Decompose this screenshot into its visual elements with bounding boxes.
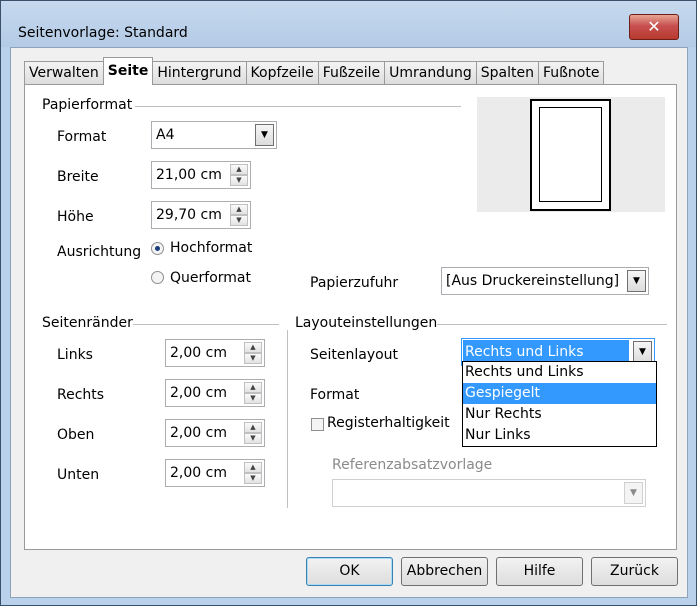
margins-heading: Seitenränder bbox=[42, 315, 133, 331]
page-preview-sheet bbox=[530, 99, 611, 211]
dialog-title: Seitenvorlage: Standard bbox=[18, 25, 188, 41]
chevron-down-icon[interactable]: ▼ bbox=[255, 124, 274, 146]
margin-top-value: 2,00 cm bbox=[170, 425, 227, 441]
dialog-body: Verwalten Seite Hintergrund Kopfzeile Fu… bbox=[10, 47, 688, 598]
width-field[interactable]: 21,00 cm ▲ ▼ bbox=[151, 161, 251, 189]
height-field[interactable]: 29,70 cm ▲ ▼ bbox=[151, 201, 251, 229]
height-value: 29,70 cm bbox=[156, 207, 222, 223]
margin-left-value: 2,00 cm bbox=[170, 345, 227, 361]
chevron-down-icon[interactable]: ▼ bbox=[627, 270, 646, 292]
reference-style-select[interactable]: ▼ bbox=[332, 479, 646, 507]
close-icon: ✕ bbox=[647, 17, 661, 36]
margin-right-label: Rechts bbox=[57, 387, 105, 403]
page-preview bbox=[477, 97, 665, 212]
chevron-down-icon[interactable]: ▼ bbox=[633, 341, 652, 363]
paper-tray-label: Papierzufuhr bbox=[310, 275, 399, 291]
tab-fussnote[interactable]: Fußnote bbox=[537, 61, 605, 85]
column-divider bbox=[287, 330, 288, 508]
register-true-label[interactable]: Registerhaltigkeit bbox=[327, 415, 450, 431]
height-label: Höhe bbox=[57, 209, 94, 225]
landscape-radio[interactable] bbox=[151, 271, 164, 284]
spin-arrows-icon[interactable]: ▲ ▼ bbox=[244, 422, 262, 444]
margin-bottom-value: 2,00 cm bbox=[170, 465, 227, 481]
dialog-window: Seitenvorlage: Standard ✕ Verwalten Seit… bbox=[0, 0, 697, 606]
divider bbox=[133, 324, 279, 325]
width-label: Breite bbox=[57, 169, 99, 185]
paper-format-heading: Papierformat bbox=[42, 97, 133, 113]
cancel-button[interactable]: Abbrechen bbox=[401, 557, 488, 586]
portrait-radio[interactable] bbox=[151, 242, 164, 255]
page-layout-dropdown-list: Rechts und Links Gespiegelt Nur Rechts N… bbox=[462, 361, 657, 447]
spin-arrows-icon[interactable]: ▲ ▼ bbox=[230, 204, 248, 226]
paper-tray-select[interactable]: [Aus Druckereinstellung] ▼ bbox=[441, 267, 649, 295]
paper-tray-value: [Aus Druckereinstellung] bbox=[446, 273, 620, 289]
chevron-down-icon[interactable]: ▼ bbox=[624, 482, 643, 504]
tab-hintergrund[interactable]: Hintergrund bbox=[152, 61, 247, 85]
tab-bar: Verwalten Seite Hintergrund Kopfzeile Fu… bbox=[24, 57, 605, 85]
orientation-label: Ausrichtung bbox=[57, 244, 142, 260]
margin-bottom-label: Unten bbox=[57, 467, 100, 483]
dropdown-option[interactable]: Nur Links bbox=[463, 425, 656, 446]
tab-fusszeile[interactable]: Fußzeile bbox=[317, 61, 386, 85]
tab-panel-seite: Papierformat Format A4 ▼ Breite 21,00 cm… bbox=[24, 84, 677, 550]
width-value: 21,00 cm bbox=[156, 167, 222, 183]
margin-right-value: 2,00 cm bbox=[170, 385, 227, 401]
divider bbox=[135, 106, 461, 107]
reference-style-label: Referenzabsatzvorlage bbox=[332, 457, 493, 473]
ok-button[interactable]: OK bbox=[306, 557, 393, 586]
portrait-label[interactable]: Hochformat bbox=[170, 240, 252, 256]
margin-right-field[interactable]: 2,00 cm ▲ ▼ bbox=[165, 379, 265, 407]
landscape-label[interactable]: Querformat bbox=[170, 270, 251, 286]
page-preview-margins bbox=[539, 107, 602, 202]
help-button[interactable]: Hilfe bbox=[496, 557, 583, 586]
margin-top-field[interactable]: 2,00 cm ▲ ▼ bbox=[165, 419, 265, 447]
format-label: Format bbox=[57, 129, 107, 145]
spin-arrows-icon[interactable]: ▲ ▼ bbox=[244, 342, 262, 364]
spin-arrows-icon[interactable]: ▲ ▼ bbox=[244, 382, 262, 404]
format-select[interactable]: A4 ▼ bbox=[151, 121, 277, 149]
margin-bottom-field[interactable]: 2,00 cm ▲ ▼ bbox=[165, 459, 265, 487]
register-true-checkbox[interactable] bbox=[311, 418, 324, 431]
title-bar: Seitenvorlage: Standard ✕ bbox=[1, 1, 696, 47]
tab-kopfzeile[interactable]: Kopfzeile bbox=[245, 61, 319, 85]
layout-format-label: Format bbox=[310, 387, 360, 403]
margin-top-label: Oben bbox=[57, 427, 95, 443]
tab-spalten[interactable]: Spalten bbox=[475, 61, 539, 85]
format-value: A4 bbox=[156, 127, 175, 143]
close-button[interactable]: ✕ bbox=[629, 14, 679, 40]
spin-arrows-icon[interactable]: ▲ ▼ bbox=[230, 164, 248, 186]
margin-left-field[interactable]: 2,00 cm ▲ ▼ bbox=[165, 339, 265, 367]
divider bbox=[437, 324, 667, 325]
dropdown-option[interactable]: Gespiegelt bbox=[463, 383, 656, 404]
layout-heading: Layouteinstellungen bbox=[295, 315, 438, 331]
spin-arrows-icon[interactable]: ▲ ▼ bbox=[244, 462, 262, 484]
tab-verwalten[interactable]: Verwalten bbox=[24, 61, 104, 85]
margin-left-label: Links bbox=[57, 347, 93, 363]
tab-seite[interactable]: Seite bbox=[102, 57, 154, 85]
page-layout-label: Seitenlayout bbox=[310, 347, 399, 363]
dropdown-option[interactable]: Rechts und Links bbox=[463, 362, 656, 383]
tab-umrandung[interactable]: Umrandung bbox=[384, 61, 477, 85]
dropdown-option[interactable]: Nur Rechts bbox=[463, 404, 656, 425]
back-button[interactable]: Zurück bbox=[591, 557, 678, 586]
